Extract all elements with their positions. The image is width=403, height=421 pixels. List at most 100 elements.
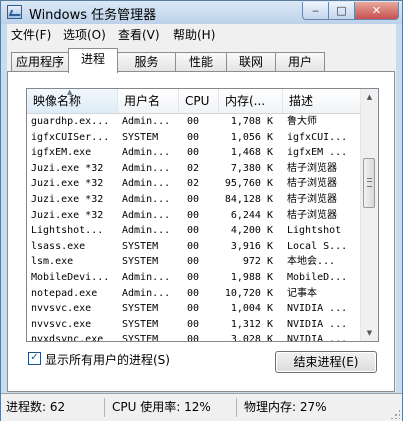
table-row[interactable]: notepad.exe Admin... 00 10,720 K 记事本 bbox=[27, 286, 362, 302]
cell-description: 本地会... bbox=[287, 256, 336, 268]
cell-memory: 1,312 K bbox=[230, 318, 273, 330]
task-manager-app-icon bbox=[7, 5, 22, 19]
cell-user-name: Admin... bbox=[122, 225, 171, 237]
cell-user-name: SYSTEM bbox=[122, 303, 159, 315]
menu-view[interactable]: 查看(V) bbox=[118, 26, 160, 43]
cell-image-name: MobileDevi... bbox=[31, 271, 110, 283]
close-button[interactable]: ✕ bbox=[354, 2, 399, 20]
cell-user-name: SYSTEM bbox=[122, 256, 159, 268]
tab-services[interactable]: 服务 bbox=[117, 52, 176, 72]
cell-cpu: 00 bbox=[187, 287, 200, 299]
resize-grip-icon[interactable] bbox=[390, 409, 400, 419]
tab-processes[interactable]: 进程 bbox=[68, 48, 118, 73]
show-all-users-option[interactable]: ✓ 显示所有用户的进程(S) bbox=[28, 351, 170, 369]
show-all-users-checkbox[interactable]: ✓ bbox=[28, 352, 41, 365]
maximize-button[interactable]: □ bbox=[328, 2, 355, 20]
scroll-up-arrow-icon[interactable]: ▲ bbox=[362, 89, 377, 105]
cell-image-name: lsm.exe bbox=[31, 256, 74, 268]
table-row[interactable]: nvvsvc.exe SYSTEM 00 1,312 K NVIDIA ... bbox=[27, 317, 362, 333]
column-image-name-label: 映像名称 bbox=[33, 94, 82, 108]
cell-cpu: 00 bbox=[187, 147, 200, 159]
cell-memory: 1,468 K bbox=[230, 147, 273, 159]
table-row[interactable]: nvvsvc.exe SYSTEM 00 1,004 K NVIDIA ... bbox=[27, 301, 362, 317]
cell-user-name: Admin... bbox=[122, 209, 171, 221]
cell-user-name: SYSTEM bbox=[122, 334, 159, 342]
cell-user-name: Admin... bbox=[122, 147, 171, 159]
cell-user-name: SYSTEM bbox=[122, 131, 159, 143]
table-row[interactable]: lsm.exe SYSTEM 00 972 K 本地会... bbox=[27, 254, 362, 270]
column-description[interactable]: 描述 bbox=[283, 89, 362, 113]
status-bar: 进程数: 62 CPU 使用率: 12% 物理内存: 27% bbox=[1, 393, 402, 421]
table-row[interactable]: Juzi.exe *32 Admin... 02 95,760 K 桔子浏览器 bbox=[27, 176, 362, 192]
cell-memory: 3,028 K bbox=[230, 334, 273, 342]
show-all-users-label[interactable]: 显示所有用户的进程(S) bbox=[45, 353, 170, 367]
cell-memory: 1,056 K bbox=[230, 131, 273, 143]
tab-networking[interactable]: 联网 bbox=[226, 52, 276, 72]
table-row[interactable]: MobileDevi... Admin... 00 1,988 K MobileD... bbox=[27, 270, 362, 286]
column-header-row: ▲ 映像名称 用户名 CPU 内存(... 描述 bbox=[27, 89, 362, 114]
cell-user-name: Admin... bbox=[122, 193, 171, 205]
scroll-down-arrow-icon[interactable]: ▼ bbox=[362, 325, 377, 341]
cell-user-name: Admin... bbox=[122, 271, 171, 283]
tab-applications[interactable]: 应用程序 bbox=[11, 52, 69, 72]
cell-cpu: 02 bbox=[187, 162, 200, 174]
processes-panel: ▲ 映像名称 用户名 CPU 内存(... 描述 guardhp.ex... Ad… bbox=[7, 71, 395, 392]
table-row[interactable]: Lightshot... Admin... 00 4,200 K Lightshot bbox=[27, 223, 362, 239]
scrollbar-thumb[interactable] bbox=[363, 158, 375, 208]
table-row[interactable]: igfxCUISer... SYSTEM 00 1,056 K igfxCUI... bbox=[27, 130, 362, 146]
table-row[interactable]: lsass.exe SYSTEM 00 3,916 K Local S... bbox=[27, 239, 362, 255]
menu-bar: 文件(F) 选项(O) 查看(V) 帮助(H) bbox=[7, 24, 396, 43]
cell-image-name: nvxdsync.exe bbox=[31, 334, 104, 342]
cell-user-name: SYSTEM bbox=[122, 240, 159, 252]
table-row[interactable]: Juzi.exe *32 Admin... 00 6,244 K 桔子浏览器 bbox=[27, 208, 362, 224]
end-process-button[interactable]: 结束进程(E) bbox=[275, 351, 377, 373]
cell-cpu: 00 bbox=[187, 318, 200, 330]
cell-description: 鲁大师 bbox=[287, 116, 317, 127]
status-divider bbox=[104, 398, 105, 417]
menu-help[interactable]: 帮助(H) bbox=[173, 26, 215, 43]
column-user-name[interactable]: 用户名 bbox=[118, 89, 179, 113]
title-bar[interactable]: Windows 任务管理器 ‒ □ ✕ bbox=[1, 1, 402, 24]
vertical-scrollbar[interactable]: ▲ ▼ bbox=[360, 89, 378, 341]
cell-description: MobileD... bbox=[287, 271, 348, 283]
cell-user-name: Admin... bbox=[122, 116, 171, 127]
cell-cpu: 00 bbox=[187, 209, 200, 221]
cell-image-name: nvvsvc.exe bbox=[31, 303, 92, 315]
tab-performance[interactable]: 性能 bbox=[175, 52, 227, 72]
column-image-name[interactable]: ▲ 映像名称 bbox=[27, 89, 118, 113]
cell-cpu: 00 bbox=[187, 256, 200, 268]
tab-users[interactable]: 用户 bbox=[275, 52, 325, 72]
cell-description: Local S... bbox=[287, 240, 348, 252]
cell-image-name: nvvsvc.exe bbox=[31, 318, 92, 330]
cell-cpu: 00 bbox=[187, 303, 200, 315]
table-row[interactable]: guardhp.ex... Admin... 00 1,708 K 鲁大师 bbox=[27, 114, 362, 130]
table-row[interactable]: nvxdsync.exe SYSTEM 00 3,028 K NVIDIA ... bbox=[27, 332, 362, 342]
cell-description: 桔子浏览器 bbox=[287, 209, 337, 221]
cell-image-name: Juzi.exe *32 bbox=[31, 162, 104, 174]
cell-image-name: notepad.exe bbox=[31, 287, 98, 299]
process-list[interactable]: ▲ 映像名称 用户名 CPU 内存(... 描述 guardhp.ex... Ad… bbox=[26, 88, 379, 342]
column-cpu[interactable]: CPU bbox=[179, 89, 219, 113]
menu-options[interactable]: 选项(O) bbox=[63, 26, 106, 43]
cell-description: NVIDIA ... bbox=[287, 334, 348, 342]
sort-ascending-icon: ▲ bbox=[67, 89, 73, 96]
cell-description: NVIDIA ... bbox=[287, 318, 348, 330]
cell-user-name: SYSTEM bbox=[122, 318, 159, 330]
task-manager-window: Windows 任务管理器 ‒ □ ✕ 文件(F) 选项(O) 查看(V) 帮助… bbox=[0, 0, 403, 421]
table-row[interactable]: Juzi.exe *32 Admin... 02 7,380 K 桔子浏览器 bbox=[27, 161, 362, 177]
cell-description: 桔子浏览器 bbox=[287, 193, 337, 205]
menu-file[interactable]: 文件(F) bbox=[11, 26, 51, 43]
column-memory[interactable]: 内存(... bbox=[219, 89, 283, 113]
cell-memory: 1,708 K bbox=[230, 116, 273, 127]
status-process-count: 进程数: 62 bbox=[6, 400, 66, 414]
table-row[interactable]: igfxEM.exe Admin... 00 1,468 K igfxEM ... bbox=[27, 145, 362, 161]
minimize-button[interactable]: ‒ bbox=[302, 2, 329, 20]
cell-image-name: Juzi.exe *32 bbox=[31, 209, 104, 221]
cell-user-name: Admin... bbox=[122, 287, 171, 299]
table-row[interactable]: Juzi.exe *32 Admin... 00 84,128 K 桔子浏览器 bbox=[27, 192, 362, 208]
cell-image-name: igfxEM.exe bbox=[31, 147, 92, 159]
cell-cpu: 00 bbox=[187, 334, 200, 342]
cell-description: 记事本 bbox=[287, 287, 317, 299]
cell-user-name: Admin... bbox=[122, 178, 171, 190]
cell-cpu: 02 bbox=[187, 178, 200, 190]
